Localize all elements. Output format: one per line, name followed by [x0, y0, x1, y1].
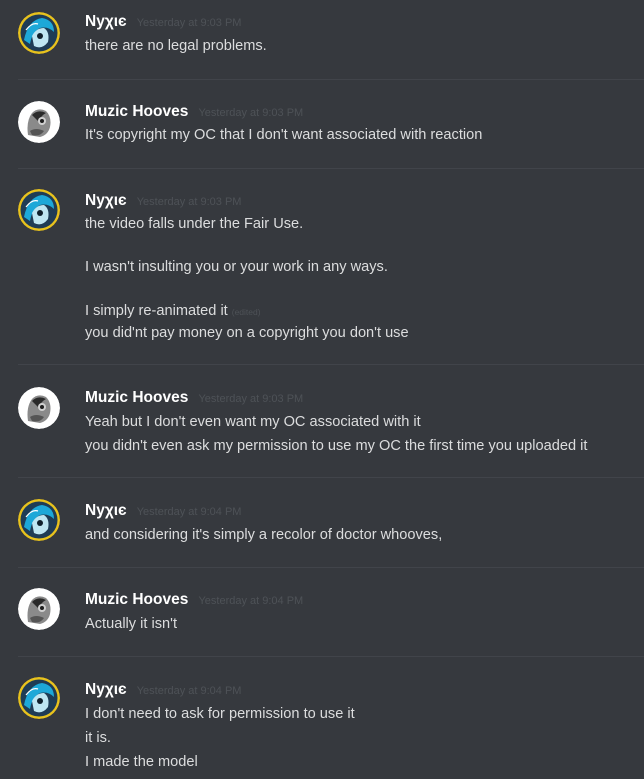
- message-text: it is.: [85, 730, 111, 746]
- username[interactable]: Nyχιє: [85, 502, 127, 519]
- muzic-hooves-avatar[interactable]: [18, 101, 60, 143]
- edited-label: (edited): [231, 307, 261, 317]
- username[interactable]: Muzic Hooves: [85, 389, 188, 406]
- message-text-edited: I simply re-animated it (edited): [85, 302, 261, 321]
- message-text: there are no legal problems.: [85, 38, 267, 54]
- message-divider: [18, 477, 644, 478]
- timestamp: Yesterday at 9:04 PM: [136, 685, 242, 697]
- timestamp: Yesterday at 9:03 PM: [136, 196, 242, 208]
- timestamp: Yesterday at 9:03 PM: [198, 107, 304, 119]
- message-text: I simply re-animated it: [85, 303, 228, 319]
- muzic-hooves-avatar[interactable]: [18, 387, 60, 429]
- message-divider: [18, 79, 644, 80]
- timestamp: Yesterday at 9:04 PM: [136, 506, 242, 518]
- message-divider: [18, 364, 644, 365]
- message-text: the video falls under the Fair Use.: [85, 216, 304, 232]
- message-text: I made the model: [85, 754, 198, 770]
- username[interactable]: Muzic Hooves: [85, 103, 188, 120]
- message-text: I don't need to ask for permission to us…: [85, 706, 355, 722]
- message-text: and considering it's simply a recolor of…: [85, 527, 443, 543]
- timestamp: Yesterday at 9:03 PM: [136, 17, 242, 29]
- username[interactable]: Nyχιє: [85, 13, 127, 30]
- message-text: Actually it isn't: [85, 616, 178, 632]
- message-divider: [18, 656, 644, 657]
- timestamp: Yesterday at 9:03 PM: [198, 393, 304, 405]
- message-text: It's copyright my OC that I don't want a…: [85, 127, 483, 143]
- timestamp: Yesterday at 9:04 PM: [198, 595, 304, 607]
- message-text: you did'nt pay money on a copyright you …: [85, 325, 409, 341]
- nyxie-avatar[interactable]: [18, 677, 60, 719]
- message-divider: [18, 168, 644, 169]
- nyxie-avatar[interactable]: [18, 499, 60, 541]
- nyxie-avatar[interactable]: [18, 12, 60, 54]
- message-text: I wasn't insulting you or your work in a…: [85, 259, 388, 275]
- muzic-hooves-avatar[interactable]: [18, 588, 60, 630]
- message-text: you didn't even ask my permission to use…: [85, 438, 588, 454]
- username[interactable]: Nyχιє: [85, 681, 127, 698]
- username[interactable]: Muzic Hooves: [85, 591, 188, 608]
- username[interactable]: Nyχιє: [85, 192, 127, 209]
- message-divider: [18, 567, 644, 568]
- message-text: Yeah but I don't even want my OC associa…: [85, 414, 421, 430]
- nyxie-avatar[interactable]: [18, 189, 60, 231]
